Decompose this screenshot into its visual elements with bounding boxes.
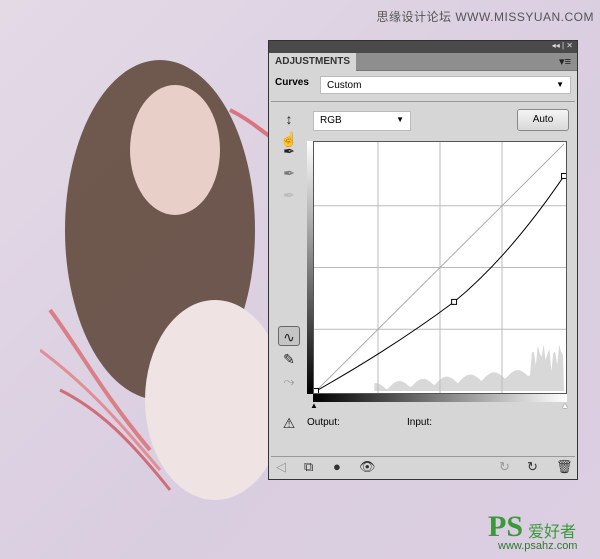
curves-label: Curves bbox=[275, 77, 309, 88]
gray-eyedropper-icon[interactable]: ✒ bbox=[278, 163, 300, 183]
curve-point bbox=[451, 298, 458, 305]
visibility-eye-icon[interactable]: 👁 bbox=[359, 459, 376, 475]
trash-icon[interactable]: 🗑 bbox=[556, 459, 573, 475]
white-point-slider[interactable]: ▲ bbox=[561, 401, 569, 410]
input-label: Input: bbox=[407, 417, 433, 428]
output-label: Output: bbox=[307, 417, 340, 428]
panel-menu-icon[interactable]: ▾≡ bbox=[559, 55, 571, 68]
curve-point bbox=[314, 388, 319, 393]
view-previous-icon[interactable]: ↻ bbox=[499, 459, 510, 475]
black-eyedropper-icon[interactable]: ✒ bbox=[278, 141, 300, 161]
input-gradient bbox=[313, 394, 567, 402]
channel-value: RGB bbox=[320, 115, 342, 126]
preset-value: Custom bbox=[327, 80, 362, 91]
smooth-curve-icon[interactable]: ⤳ bbox=[278, 371, 300, 391]
reset-icon[interactable]: ↻ bbox=[527, 459, 538, 475]
chevron-down-icon: ▼ bbox=[396, 115, 404, 124]
curves-graph[interactable] bbox=[313, 141, 567, 394]
expand-view-icon[interactable]: ⧉ bbox=[304, 459, 313, 475]
curve-point-tool-icon[interactable]: ∿ bbox=[278, 326, 300, 346]
tab-adjustments[interactable]: ADJUSTMENTS bbox=[269, 53, 356, 71]
logo-cn: 爱好者 bbox=[528, 524, 577, 541]
watermark-top: 思缘设计论坛 WWW.MISSYUAN.COM bbox=[376, 10, 594, 24]
logo-ps: PS bbox=[488, 510, 524, 543]
preset-select[interactable]: Custom ▼ bbox=[320, 76, 571, 94]
collapse-close-icons[interactable]: ◂◂ | ✕ bbox=[552, 41, 573, 50]
curve-point bbox=[561, 172, 566, 179]
white-eyedropper-icon[interactable]: ✒ bbox=[278, 185, 300, 205]
targeted-adjust-hand-icon[interactable]: ↕☝ bbox=[278, 109, 300, 147]
channel-select[interactable]: RGB ▼ bbox=[313, 111, 411, 131]
auto-button[interactable]: Auto bbox=[517, 109, 569, 131]
chevron-down-icon: ▼ bbox=[556, 80, 564, 89]
logo-url: www.psahz.com bbox=[498, 540, 578, 552]
clip-to-layer-icon[interactable]: ● bbox=[333, 459, 341, 474]
adjustments-panel: ◂◂ | ✕ ADJUSTMENTS ▾≡ Curves Custom ▼ ↕☝ … bbox=[268, 40, 578, 480]
pencil-tool-icon[interactable]: ✎ bbox=[278, 349, 300, 369]
back-arrow-icon[interactable]: ◁ bbox=[276, 459, 286, 475]
psahz-logo: PS 爱好者 www.psahz.com bbox=[488, 510, 600, 559]
black-point-slider[interactable]: ▲ bbox=[310, 401, 318, 410]
clipping-warning-icon[interactable]: ⚠ bbox=[278, 413, 300, 433]
histogram bbox=[374, 344, 565, 392]
portrait-photo bbox=[40, 60, 280, 500]
